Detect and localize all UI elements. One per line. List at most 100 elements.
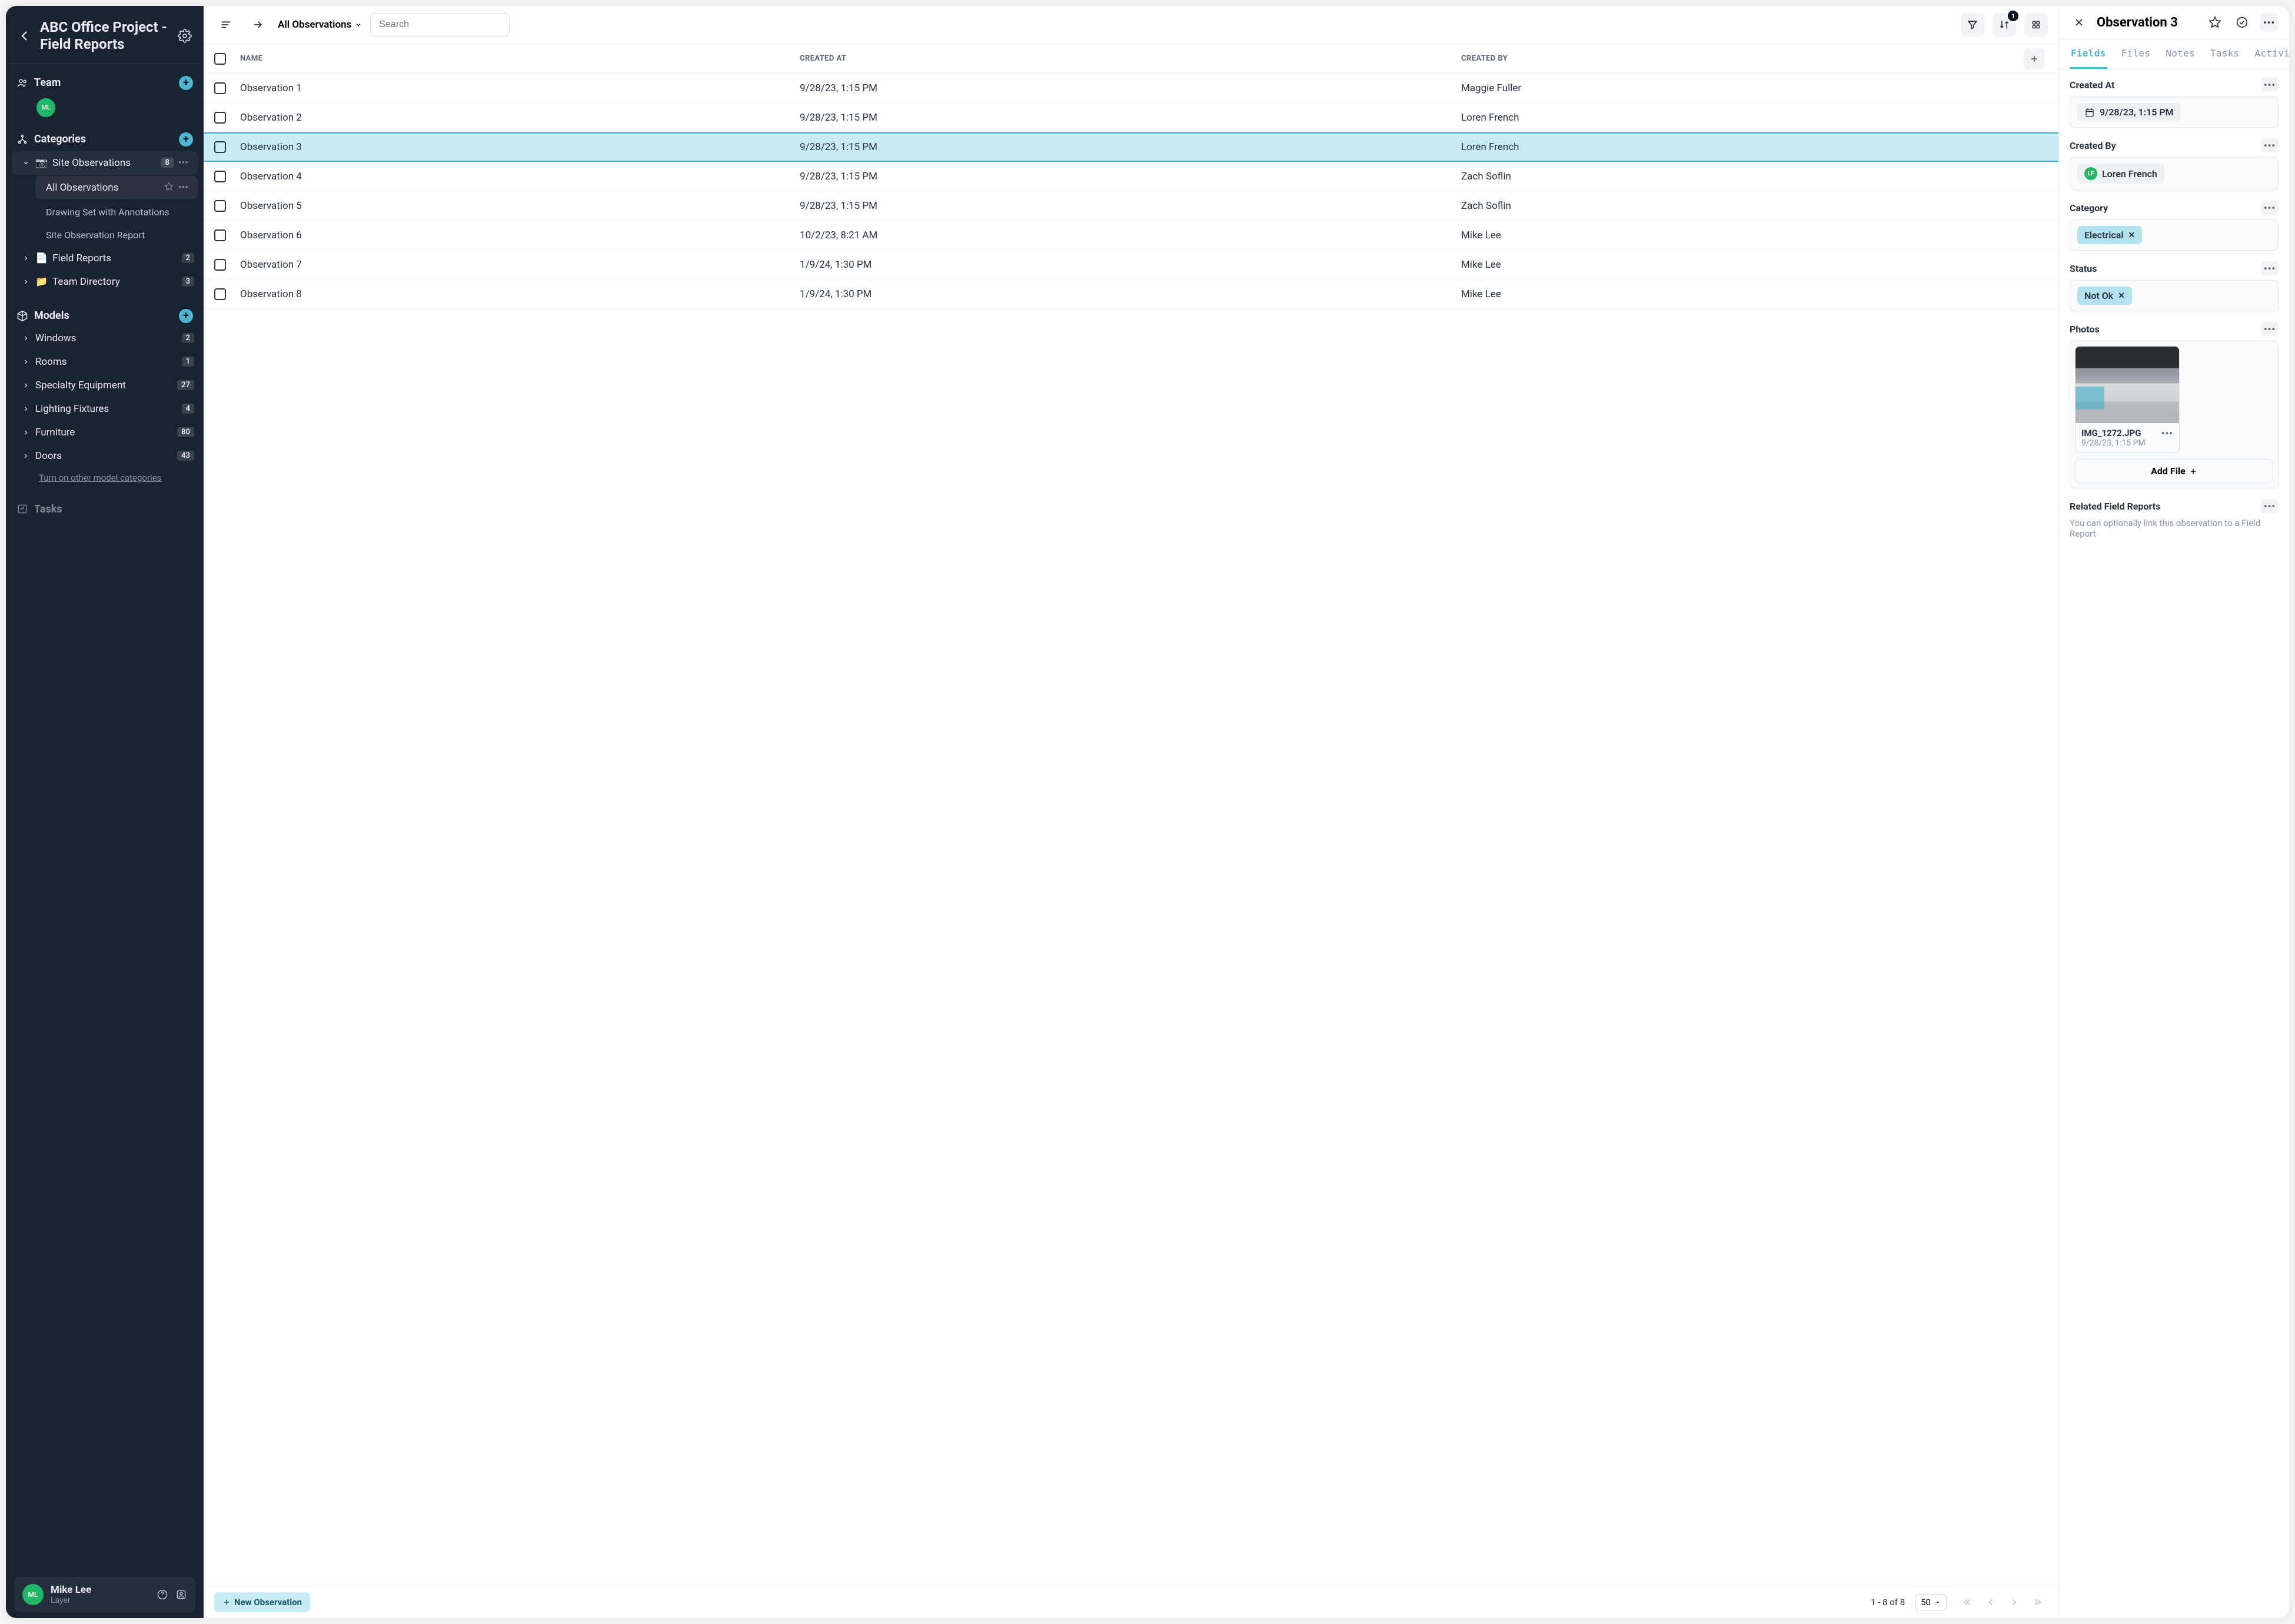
cell-created-by: Mike Lee: [1461, 259, 2021, 271]
cell-created-by: Maggie Fuller: [1461, 82, 2021, 94]
remove-chip-icon[interactable]: ✕: [2128, 231, 2136, 240]
model-item[interactable]: Specialty Equipment 27: [6, 374, 204, 397]
pager-prev[interactable]: [1981, 1592, 2001, 1612]
team-avatar[interactable]: ML: [36, 98, 55, 117]
checkmark-icon[interactable]: [2233, 13, 2251, 32]
search-input[interactable]: [370, 13, 510, 36]
turn-on-models-link[interactable]: Turn on other model categories: [6, 468, 204, 488]
table-row[interactable]: Observation 5 9/28/23, 1:15 PM Zach Sofl…: [204, 191, 2058, 221]
table-row[interactable]: Observation 1 9/28/23, 1:15 PM Maggie Fu…: [204, 74, 2058, 103]
field-more-icon[interactable]: •••: [2261, 261, 2279, 275]
sub-all-observations[interactable]: All Observations •••: [35, 176, 198, 199]
model-item[interactable]: Doors 43: [6, 444, 204, 468]
select-all-checkbox[interactable]: [214, 53, 226, 65]
photo-filename: IMG_1272.JPG: [2081, 428, 2158, 438]
model-item[interactable]: Rooms 1: [6, 350, 204, 374]
page-size-select[interactable]: 50: [1915, 1594, 1947, 1610]
sub-observation-report[interactable]: Site Observation Report: [6, 224, 204, 247]
add-team-button[interactable]: +: [179, 76, 193, 90]
model-item[interactable]: Furniture 80: [6, 421, 204, 444]
model-item[interactable]: Lighting Fixtures 4: [6, 397, 204, 421]
col-created-by[interactable]: CREATED BY: [1461, 54, 2021, 63]
more-icon[interactable]: •••: [2161, 428, 2173, 439]
table-row[interactable]: Observation 6 10/2/23, 8:21 AM Mike Lee: [204, 221, 2058, 250]
row-checkbox[interactable]: [214, 82, 226, 94]
created-at-chip[interactable]: 9/28/23, 1:15 PM: [2077, 103, 2181, 121]
col-created-at[interactable]: CREATED AT: [800, 54, 1461, 63]
field-more-icon[interactable]: •••: [2261, 138, 2279, 152]
category-field-reports[interactable]: 📄 Field Reports 2: [6, 247, 204, 270]
table-row[interactable]: Observation 4 9/28/23, 1:15 PM Zach Sofl…: [204, 162, 2058, 191]
tab-activity[interactable]: Activity: [2254, 39, 2289, 69]
created-by-chip[interactable]: LF Loren French: [2077, 164, 2164, 184]
add-category-button[interactable]: +: [179, 132, 193, 147]
row-checkbox[interactable]: [214, 141, 226, 153]
cell-created-by: Loren French: [1461, 112, 2021, 124]
cell-created-by: Mike Lee: [1461, 288, 2021, 300]
photo-card[interactable]: IMG_1272.JPG 9/28/23, 1:15 PM •••: [2075, 346, 2180, 453]
cell-name: Observation 8: [240, 288, 800, 300]
col-name[interactable]: NAME: [240, 54, 800, 63]
field-more-icon[interactable]: •••: [2261, 499, 2279, 513]
back-button[interactable]: [18, 29, 32, 43]
table-row[interactable]: Observation 8 1/9/24, 1:30 PM Mike Lee: [204, 279, 2058, 309]
tab-notes[interactable]: Notes: [2164, 39, 2196, 69]
user-avatar[interactable]: ML: [22, 1584, 44, 1605]
related-hint: You can optionally link this observation…: [2070, 518, 2279, 539]
add-column-button[interactable]: [2024, 48, 2045, 69]
category-site-observations[interactable]: 📷 Site Observations 8 •••: [12, 151, 198, 175]
star-icon[interactable]: [164, 182, 174, 194]
model-label: Doors: [35, 450, 172, 462]
add-file-button[interactable]: Add File: [2075, 459, 2273, 483]
chevron-right-icon: [22, 405, 31, 412]
status-chip[interactable]: Not Ok ✕: [2077, 287, 2132, 305]
tab-files[interactable]: Files: [2120, 39, 2152, 69]
sidebar: ABC Office Project - Field Reports Team …: [6, 6, 204, 1618]
team-icon: [16, 77, 28, 89]
tab-tasks[interactable]: Tasks: [2209, 39, 2241, 69]
new-observation-button[interactable]: New Observation: [214, 1592, 310, 1612]
sort-icon[interactable]: 1: [1993, 13, 2016, 36]
view-toggle-icon[interactable]: [2024, 13, 2048, 36]
table-row[interactable]: Observation 7 1/9/24, 1:30 PM Mike Lee: [204, 250, 2058, 279]
more-icon[interactable]: •••: [178, 182, 188, 194]
arrow-right-icon[interactable]: [246, 13, 270, 36]
category-chip[interactable]: Electrical ✕: [2077, 226, 2142, 244]
row-checkbox[interactable]: [214, 112, 226, 124]
row-checkbox[interactable]: [214, 200, 226, 212]
cell-created-at: 1/9/24, 1:30 PM: [800, 259, 1461, 271]
help-icon[interactable]: [157, 1589, 168, 1600]
remove-chip-icon[interactable]: ✕: [2118, 291, 2125, 301]
model-item[interactable]: Windows 2: [6, 327, 204, 350]
category-icon: 📷: [35, 157, 48, 169]
row-checkbox[interactable]: [214, 259, 226, 271]
pager-last[interactable]: [2028, 1592, 2048, 1612]
gear-icon[interactable]: [178, 29, 192, 43]
row-checkbox[interactable]: [214, 229, 226, 241]
pager-first[interactable]: [1957, 1592, 1977, 1612]
cell-name: Observation 1: [240, 82, 800, 94]
row-checkbox[interactable]: [214, 171, 226, 182]
pager-next[interactable]: [2004, 1592, 2024, 1612]
table-row[interactable]: Observation 2 9/28/23, 1:15 PM Loren Fre…: [204, 103, 2058, 132]
field-category-label: Category: [2070, 202, 2261, 214]
sub-drawing-set[interactable]: Drawing Set with Annotations: [6, 201, 204, 224]
filter-icon[interactable]: [1961, 13, 1984, 36]
category-team-directory[interactable]: 📁 Team Directory 3: [6, 270, 204, 294]
table-row[interactable]: Observation 3 9/28/23, 1:15 PM Loren Fre…: [204, 132, 2058, 162]
menu-icon[interactable]: [214, 13, 238, 36]
add-model-button[interactable]: +: [179, 309, 193, 323]
breadcrumb-dropdown[interactable]: All Observations: [278, 19, 362, 31]
field-more-icon[interactable]: •••: [2261, 322, 2279, 336]
field-more-icon[interactable]: •••: [2261, 78, 2279, 92]
more-icon[interactable]: •••: [178, 157, 188, 169]
cell-name: Observation 6: [240, 229, 800, 241]
row-checkbox[interactable]: [214, 288, 226, 300]
tab-fields[interactable]: Fields: [2070, 39, 2107, 69]
field-more-icon[interactable]: •••: [2261, 201, 2279, 215]
profile-icon[interactable]: [175, 1589, 187, 1600]
close-icon[interactable]: [2070, 13, 2088, 32]
more-icon[interactable]: •••: [2260, 13, 2279, 32]
model-label: Windows: [35, 332, 177, 344]
star-icon[interactable]: [2206, 13, 2224, 32]
